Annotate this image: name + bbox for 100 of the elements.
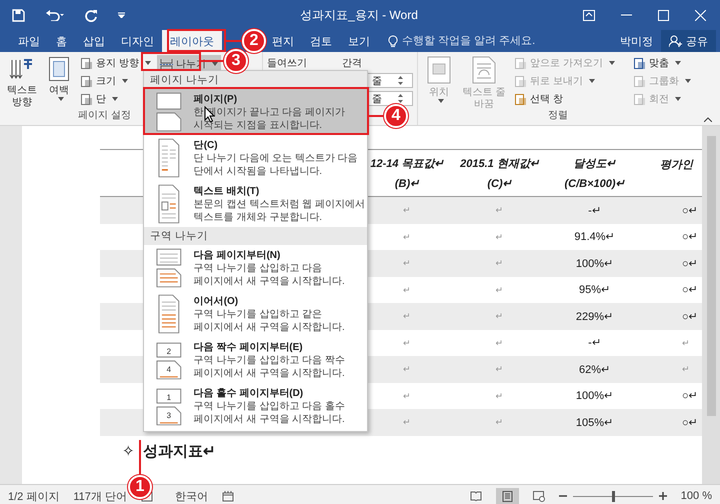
selection-pane-icon (514, 92, 527, 106)
table-cell: ↵ (403, 205, 411, 216)
share-button[interactable]: 공유 (661, 30, 716, 52)
column-header: 달성도↵ (574, 157, 616, 171)
table-cell: ○↵ (682, 389, 698, 402)
menu-item[interactable]: 2 4 다음 짝수 페이지부터(E) 구역 나누기를 삽입하고 다음 짝수 페이지에서 새 구역을 시작합니다. (144, 337, 367, 383)
size-icon (80, 74, 93, 88)
zoom-percent[interactable]: 100 % (680, 490, 712, 502)
word-count[interactable]: 117개 단어 (73, 488, 127, 504)
menu-item[interactable]: 단(C) 단 나누기 다음에 오는 텍스트가 다음 단에서 시작됨을 나타냅니다. (144, 135, 367, 181)
web-layout-icon[interactable] (532, 490, 545, 502)
ribbon-tab[interactable]: 삽입 (75, 30, 113, 52)
close-icon[interactable] (695, 10, 706, 20)
ribbon-tab[interactable]: 디자인 (113, 30, 162, 52)
page-count[interactable]: 1/2 페이지 (8, 488, 60, 504)
ribbon-button[interactable]: 맞춤 (630, 55, 693, 71)
page-break-icon (154, 92, 184, 132)
leader-line (139, 440, 141, 476)
menu-item[interactable]: 이어서(O) 구역 나누기를 삽입하고 같은 페이지에서 새 구역을 시작합니다. (144, 291, 367, 337)
scrollbar-thumb[interactable] (706, 136, 716, 416)
group-label: 페이지 설정 (78, 109, 131, 123)
wrap-text-icon (471, 56, 497, 84)
proofing-icon[interactable] (140, 490, 153, 502)
table-cell: ↵ (682, 364, 690, 374)
leader-line (201, 60, 226, 62)
heading: 성과지표↵ (143, 442, 216, 460)
print-layout-icon (502, 490, 513, 502)
lightbulb-icon (388, 34, 398, 48)
macro-icon[interactable] (222, 490, 234, 502)
table-cell: ↵ (496, 364, 504, 374)
table-cell: 62%↵ (578, 362, 610, 376)
language[interactable]: 한국어 (174, 488, 208, 504)
window-title: 성과지표_용지 - Word (299, 6, 419, 24)
ribbon-button[interactable]: 선택 창 (512, 91, 617, 107)
table-cell: ↵ (403, 232, 411, 242)
save-icon[interactable] (12, 8, 25, 22)
column-header: 평가인 (660, 158, 693, 172)
group-icon (632, 74, 646, 88)
column-header: 2015.1 현재값↵ (460, 157, 539, 171)
tell-me-field[interactable]: 수행할 작업을 알려 주세요. (402, 35, 582, 47)
spinner-icon[interactable] (398, 76, 403, 85)
step-badge: 3 (224, 49, 248, 73)
slider-thumb[interactable] (612, 490, 615, 502)
group-label: 정렬 (548, 109, 568, 123)
table-cell: ↵ (496, 205, 504, 216)
menu-item[interactable]: 1 3 다음 홀수 페이지부터(D) 구역 나누기를 삽입하고 다음 홀수 페이지에서 새 구역을 시작합니다. (144, 383, 367, 429)
ribbon-tab[interactable]: 편지 (264, 30, 302, 52)
ribbon-tab[interactable]: 보기 (340, 30, 378, 52)
menu-item[interactable]: 텍스트 배치(T) 본문의 캡션 텍스트처럼 웹 페이지에서 텍스트를 개체와 구분합니다. (144, 181, 367, 227)
minimize-icon[interactable] (621, 14, 632, 16)
read-mode-icon[interactable] (470, 491, 482, 501)
caret-icon (438, 99, 444, 103)
table-cell: ↵ (496, 417, 504, 428)
next-page-icon (154, 248, 184, 288)
spacing-label: 간격 (342, 57, 362, 70)
caret-icon (58, 97, 64, 101)
caret-icon (212, 62, 218, 66)
table-cell: ↵ (403, 284, 411, 295)
table-cell: ↵ (496, 232, 504, 242)
step-badge: 2 (242, 29, 266, 53)
table-cell: 100%↵ (576, 256, 614, 270)
caret-icon (144, 61, 151, 65)
table-cell: ↵ (403, 311, 411, 322)
print-layout-view[interactable] (496, 488, 519, 504)
zoom-in-icon[interactable] (658, 492, 667, 500)
bring-forward-icon (514, 56, 527, 70)
table-cell: 100%↵ (576, 389, 614, 402)
highlight-frame (167, 29, 226, 52)
customize-icon[interactable] (118, 12, 125, 18)
ribbon-options-icon[interactable] (583, 10, 595, 20)
ribbon-tab[interactable]: 홈 (48, 30, 75, 52)
caret-icon (674, 61, 681, 65)
table-cell: ↵ (403, 364, 411, 374)
caret-icon (112, 97, 118, 101)
collapse-ribbon-icon[interactable] (704, 117, 712, 122)
column-header: (C)↵ (487, 177, 512, 190)
ribbon-button[interactable]: 텍스트 방향 (4, 55, 40, 108)
undo-icon[interactable] (45, 9, 65, 21)
table-cell: 95%↵ (578, 283, 610, 296)
spinner-icon[interactable] (398, 94, 403, 103)
table-cell: -↵ (588, 336, 601, 350)
redo-icon[interactable] (85, 8, 98, 22)
ribbon-button[interactable]: 여백 (44, 55, 74, 108)
user-name: 박미정 (620, 34, 653, 50)
table-cell: ○↵ (682, 230, 698, 244)
send-backward-icon (514, 74, 527, 88)
align-icon (632, 56, 646, 70)
menu-item[interactable]: 다음 페이지부터(N) 구역 나누기를 삽입하고 다음 페이지에서 새 구역을 시작합니다. (144, 245, 367, 291)
table-cell: ○↵ (682, 416, 698, 429)
columns-icon (80, 92, 93, 106)
table-cell: ○↵ (682, 283, 698, 296)
caret-icon (684, 79, 691, 83)
caret-icon (608, 61, 615, 65)
ribbon-tab[interactable]: 검토 (302, 30, 340, 52)
table-cell: ↵ (496, 338, 504, 348)
maximize-icon[interactable] (658, 10, 669, 20)
table-cell: ↵ (496, 258, 504, 268)
table-cell: ○↵ (682, 204, 698, 217)
diamond-marker: ✧ (122, 442, 135, 460)
ribbon-tab[interactable]: 파일 (10, 30, 48, 52)
